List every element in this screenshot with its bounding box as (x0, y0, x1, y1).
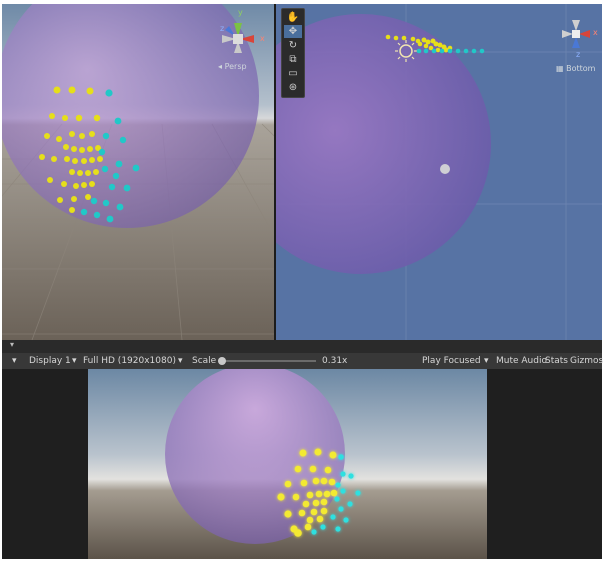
rotate-tool-button[interactable]: ↻ (284, 39, 302, 52)
scale-label: Scale (192, 356, 217, 366)
gizmos-button[interactable]: Gizmos (570, 353, 603, 369)
scale-slider[interactable] (218, 357, 316, 365)
hand-tool-button[interactable]: ✋ (284, 11, 302, 24)
scale-slider-handle[interactable] (218, 357, 226, 365)
game-view[interactable] (2, 369, 602, 559)
camera-mode-label[interactable]: ◂ Persp (218, 62, 247, 71)
game-view-render[interactable] (88, 369, 487, 559)
axis-label-y: y (238, 8, 243, 17)
move-icon: ✥ (288, 26, 298, 37)
scene-view-perspective[interactable]: y x z ◂ Persp (2, 4, 274, 340)
axis-label-z: z (576, 50, 581, 59)
camera-mode-label[interactable]: ▦ Bottom (556, 64, 595, 73)
panel-splitter[interactable]: ▾ (2, 340, 602, 353)
dropdown-arrow-icon: ▾ (72, 356, 77, 366)
grid-icon: ▦ (556, 64, 567, 73)
dropdown-arrow-icon: ▾ (484, 356, 489, 366)
move-tool-button[interactable]: ✥ (284, 25, 302, 38)
axis-label-z: z (220, 24, 225, 33)
sphere-center-marker (440, 164, 450, 174)
bottom-scene-canvas (276, 4, 602, 340)
rect-icon: ▭ (288, 68, 298, 79)
resolution-dropdown[interactable]: Full HD (1920x1080) (83, 353, 176, 369)
tool-palette: ✋ ✥ ↻ ⧉ ▭ ⊛ (281, 8, 305, 98)
hand-icon: ✋ (286, 12, 300, 23)
game-render-canvas (88, 369, 487, 559)
transform-tool-button[interactable]: ⊛ (284, 81, 302, 94)
transform-icon: ⊛ (288, 82, 298, 93)
rotate-icon: ↻ (288, 40, 298, 51)
rect-tool-button[interactable]: ▭ (284, 67, 302, 80)
display-dropdown[interactable]: Display 1 (29, 353, 71, 369)
scale-icon: ⧉ (289, 54, 297, 65)
axis-label-x: x (593, 28, 598, 37)
stats-button[interactable]: Stats (545, 353, 568, 369)
scale-tool-button[interactable]: ⧉ (284, 53, 302, 66)
mute-audio-button[interactable]: Mute Audio (496, 353, 547, 369)
dropdown-arrow-icon: ▾ (12, 356, 17, 366)
perspective-scene-canvas (2, 4, 274, 340)
collapse-arrow-icon[interactable]: ▾ (10, 340, 14, 349)
dropdown-arrow-icon: ▾ (178, 356, 183, 366)
game-view-toolbar: ▾ Display 1 ▾ Full HD (1920x1080) ▾ Scal… (2, 353, 603, 369)
scale-value: 0.31x (322, 356, 348, 366)
axis-label-x: x (260, 34, 265, 43)
scene-view-bottom[interactable]: ✋ ✥ ↻ ⧉ ▭ ⊛ z x ▦ Bottom (276, 4, 602, 340)
play-mode-dropdown[interactable]: Play Focused (422, 353, 481, 369)
